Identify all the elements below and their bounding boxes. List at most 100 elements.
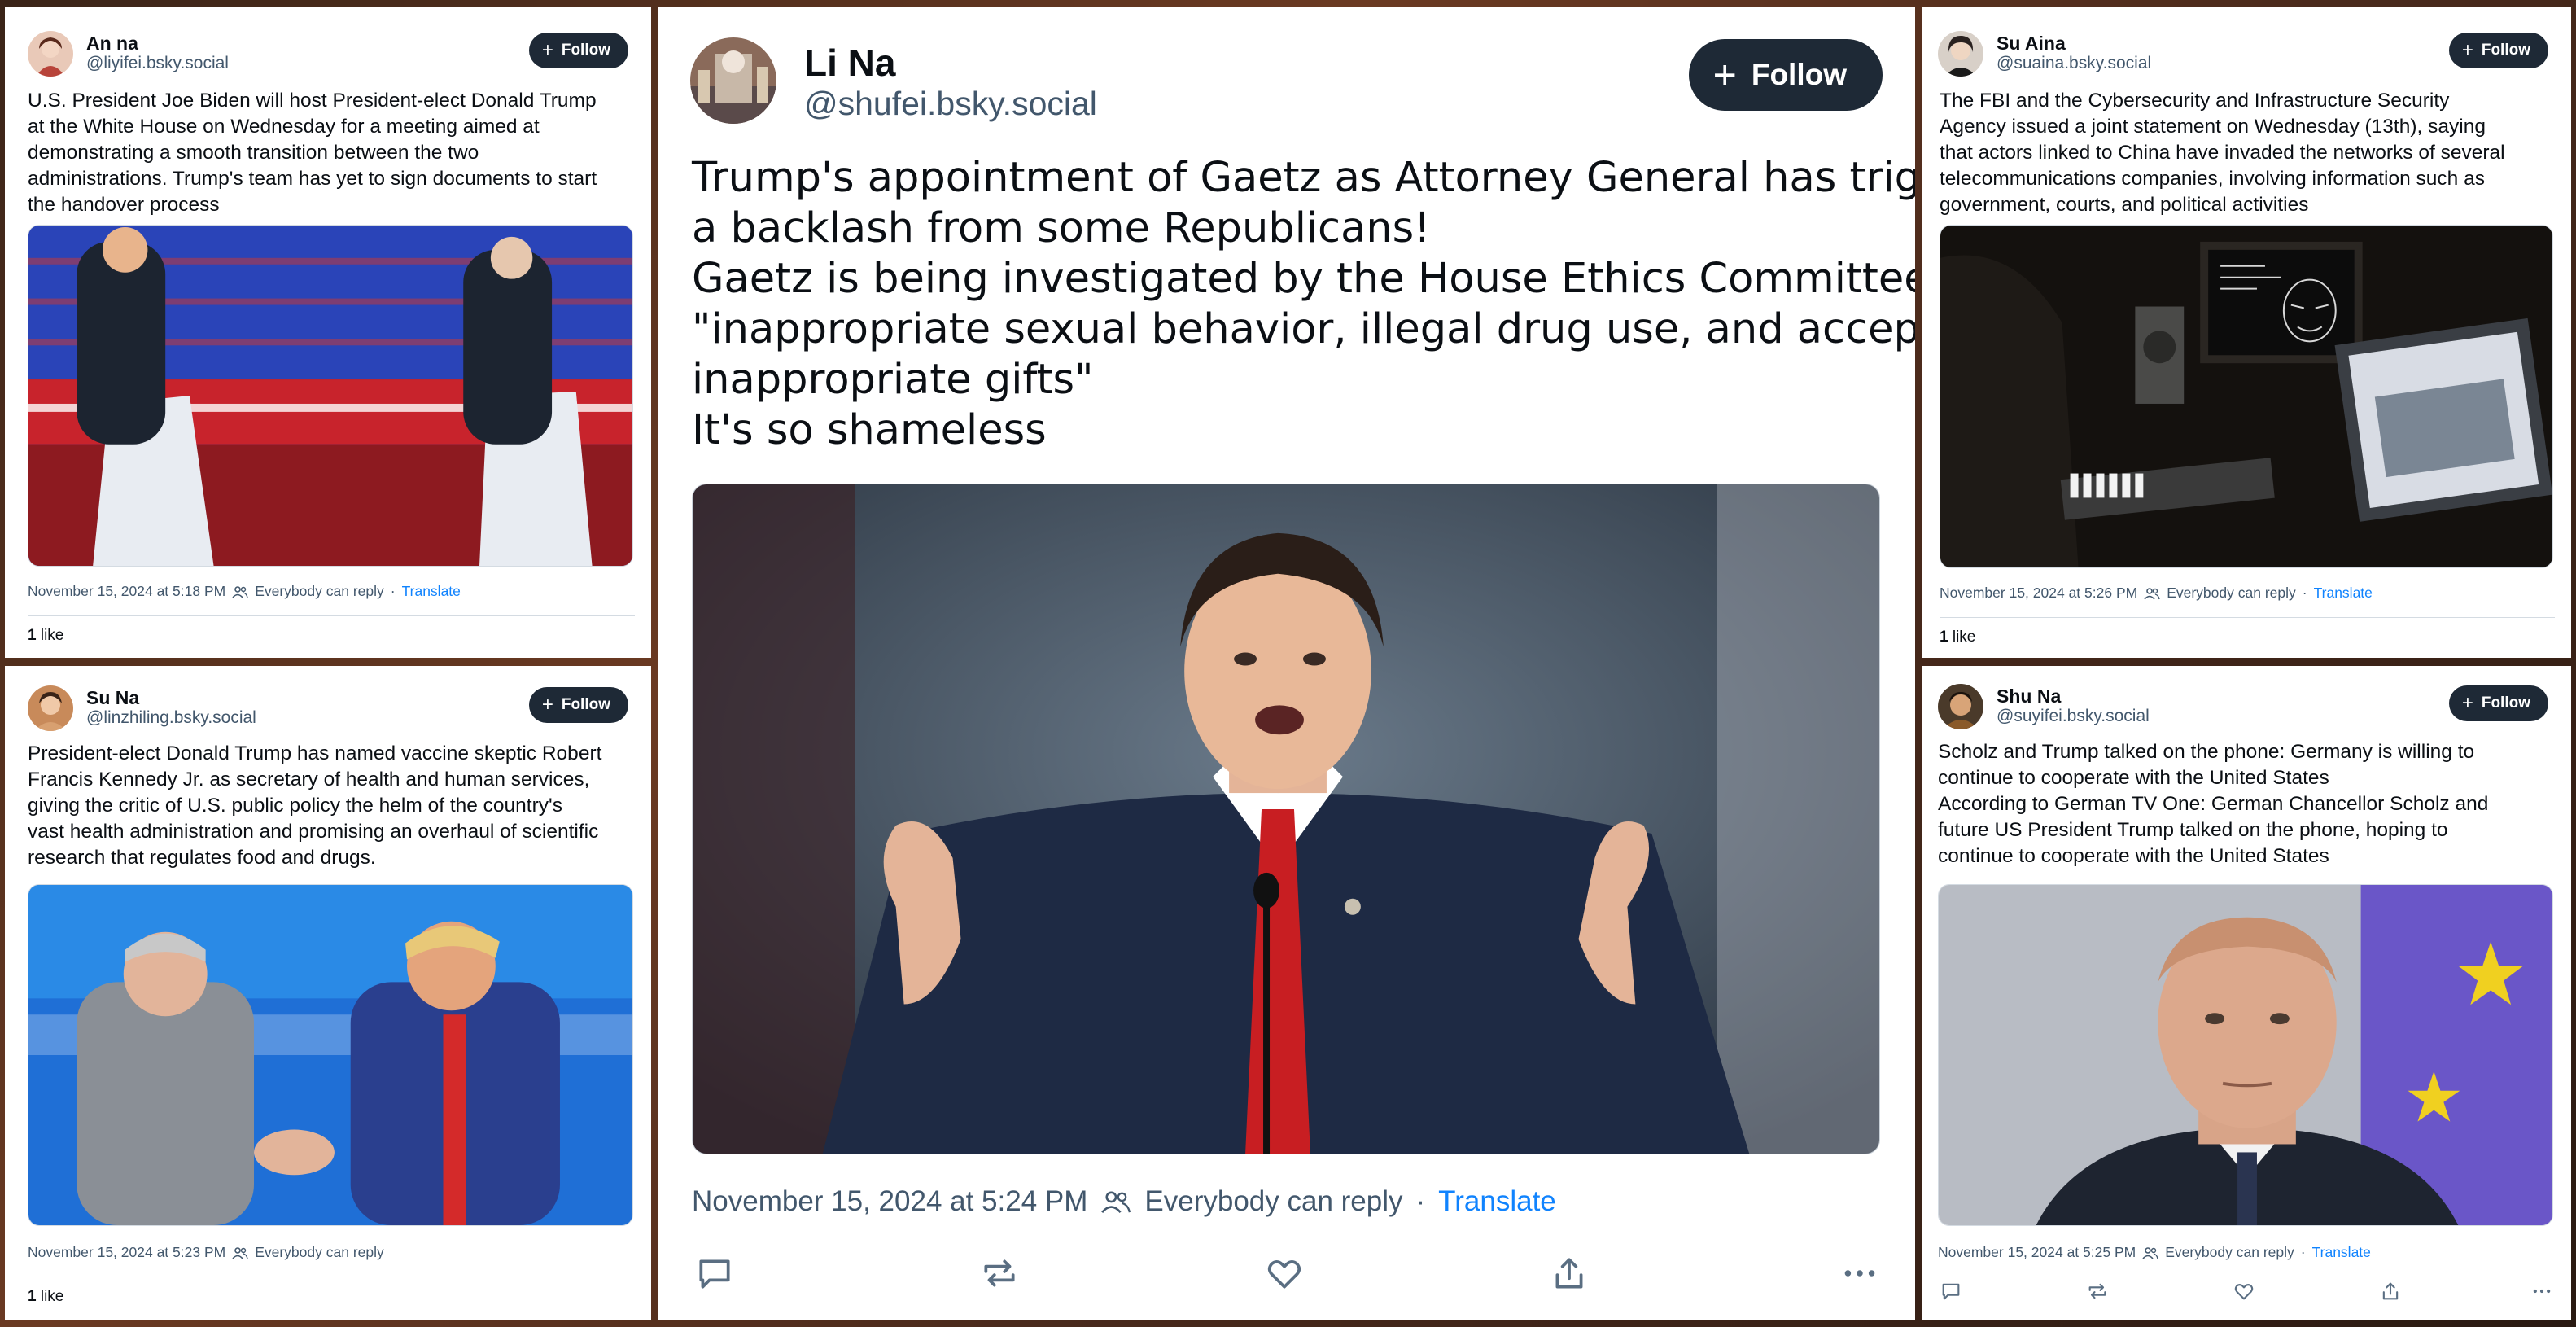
reply-button[interactable] <box>692 1250 737 1296</box>
post-text-line: research that regulates food and drugs. <box>28 847 376 869</box>
post-image-speaker[interactable] <box>692 484 1880 1154</box>
post-text: Scholz and Trump talked on the phone: Ge… <box>1938 739 2555 869</box>
post-meta: November 15, 2024 at 5:25 PM Everybody c… <box>1938 1244 2555 1261</box>
post-text-line: administrations. Trump's team has yet to… <box>28 168 597 190</box>
post-card-su-na: Su Na @linzhiling.bsky.social + Follow P… <box>5 666 651 1320</box>
likes-number: 1 <box>28 1288 37 1305</box>
post-text-line: giving the critic of U.S. public policy … <box>28 795 562 817</box>
author-name[interactable]: Su Aina <box>1997 33 2066 55</box>
avatar[interactable] <box>1938 31 1983 77</box>
people-icon <box>232 585 248 598</box>
post-meta: November 15, 2024 at 5:23 PM Everybody c… <box>28 1244 635 1261</box>
repost-button[interactable] <box>2084 1278 2110 1304</box>
post-meta: November 15, 2024 at 5:26 PM Everybody c… <box>1940 585 2555 602</box>
follow-button[interactable]: + Follow <box>1688 39 1883 111</box>
post-date[interactable]: November 15, 2024 at 5:24 PM <box>692 1185 1087 1218</box>
meta-separator: · <box>390 583 396 599</box>
plus-icon: + <box>541 694 553 716</box>
author-handle[interactable]: @suyifei.bsky.social <box>1997 707 2150 726</box>
post-card-shu-na: Shu Na @suyifei.bsky.social + Follow Sch… <box>1922 666 2571 1320</box>
reply-setting[interactable]: Everybody can reply <box>255 583 384 600</box>
translate-link[interactable]: Translate <box>1438 1185 1556 1218</box>
post-text-line: According to German TV One: German Chanc… <box>1938 793 2489 815</box>
share-button[interactable] <box>2377 1278 2403 1304</box>
post-card-an-na: An na @liyifei.bsky.social + Follow U.S.… <box>5 7 651 658</box>
post-image-hacker[interactable] <box>1940 225 2553 568</box>
repost-button[interactable] <box>977 1250 1022 1296</box>
translate-link[interactable]: Translate <box>2314 585 2373 602</box>
likes-count[interactable]: 1 like <box>28 1288 63 1306</box>
people-icon <box>232 1246 248 1259</box>
author-handle[interactable]: @shufei.bsky.social <box>804 85 1097 123</box>
post-header: Su Na @linzhiling.bsky.social + Follow <box>28 684 628 733</box>
follow-label: Follow <box>561 42 610 59</box>
follow-button[interactable]: + Follow <box>2448 33 2548 68</box>
post-text-line: continue to cooperate with the United St… <box>1938 845 2329 867</box>
post-date[interactable]: November 15, 2024 at 5:23 PM <box>28 1244 225 1261</box>
repost-icon <box>2088 1283 2106 1299</box>
post-date[interactable]: November 15, 2024 at 5:18 PM <box>28 583 225 600</box>
post-text-line: a backlash from some Republicans! <box>692 204 1431 252</box>
repost-icon <box>984 1259 1015 1287</box>
divider <box>1940 617 2555 618</box>
post-date[interactable]: November 15, 2024 at 5:25 PM <box>1938 1244 2136 1261</box>
author-name[interactable]: An na <box>86 33 138 55</box>
post-image-handshake[interactable] <box>28 884 633 1226</box>
author-name[interactable]: Su Na <box>86 687 139 709</box>
post-actions <box>1938 1278 2555 1311</box>
more-icon <box>1844 1270 1875 1277</box>
author-handle[interactable]: @suaina.bsky.social <box>1997 54 2151 73</box>
post-text-line: Trump's appointment of Gaetz as Attorney… <box>692 154 1915 202</box>
avatar[interactable] <box>28 31 73 77</box>
post-text-line: future US President Trump talked on the … <box>1938 819 2448 841</box>
post-card-li-na: Li Na @shufei.bsky.social + Follow Trump… <box>658 7 1915 1320</box>
translate-link[interactable]: Translate <box>2312 1244 2371 1261</box>
avatar[interactable] <box>690 37 776 124</box>
post-text: U.S. President Joe Biden will host Presi… <box>28 88 635 218</box>
likes-count[interactable]: 1 like <box>1940 628 1975 646</box>
share-icon <box>1555 1258 1583 1289</box>
reply-button[interactable] <box>1938 1278 1964 1304</box>
meta-separator: · <box>2300 1244 2306 1260</box>
post-image-debate-stage[interactable] <box>28 225 633 567</box>
author-name[interactable]: Shu Na <box>1997 685 2061 707</box>
post-text: Trump's appointment of Gaetz as Attorney… <box>692 153 1915 456</box>
post-meta: November 15, 2024 at 5:18 PM Everybody c… <box>28 583 635 600</box>
like-button[interactable] <box>2231 1278 2257 1304</box>
more-options-button[interactable] <box>1837 1250 1883 1296</box>
reply-setting[interactable]: Everybody can reply <box>1144 1185 1402 1218</box>
author-handle[interactable]: @linzhiling.bsky.social <box>86 708 256 728</box>
translate-link[interactable]: Translate <box>402 583 461 600</box>
share-icon <box>2382 1282 2399 1300</box>
share-button[interactable] <box>1546 1250 1592 1296</box>
post-text-line: vast health administration and promising… <box>28 821 599 843</box>
divider <box>28 615 635 616</box>
people-icon <box>1101 1191 1131 1214</box>
follow-button[interactable]: + Follow <box>2448 685 2548 721</box>
post-text-line: It's so shameless <box>692 406 1047 454</box>
likes-count[interactable]: 1 like <box>28 627 63 645</box>
likes-number: 1 <box>1940 628 1948 646</box>
avatar[interactable] <box>28 685 73 731</box>
post-image-scholz[interactable] <box>1938 884 2553 1226</box>
post-text-line: the handover process <box>28 194 220 216</box>
meta-separator: · <box>2302 585 2307 601</box>
follow-label: Follow <box>1751 58 1847 91</box>
likes-label: like <box>40 1288 64 1305</box>
follow-button[interactable]: + Follow <box>528 33 628 68</box>
follow-label: Follow <box>2481 42 2530 59</box>
follow-button[interactable]: + Follow <box>528 687 628 723</box>
post-text-line: U.S. President Joe Biden will host Presi… <box>28 90 597 112</box>
reply-setting[interactable]: Everybody can reply <box>2167 585 2296 602</box>
avatar[interactable] <box>1938 684 1983 729</box>
more-options-button[interactable] <box>2529 1278 2555 1304</box>
author-handle[interactable]: @liyifei.bsky.social <box>86 54 229 73</box>
post-text: The FBI and the Cybersecurity and Infras… <box>1940 88 2555 218</box>
author-name[interactable]: Li Na <box>804 41 895 85</box>
like-button[interactable] <box>1262 1250 1307 1296</box>
people-icon <box>2144 587 2160 600</box>
post-date[interactable]: November 15, 2024 at 5:26 PM <box>1940 585 2137 602</box>
post-text-line: Francis Kennedy Jr. as secretary of heal… <box>28 769 590 791</box>
reply-setting[interactable]: Everybody can reply <box>2165 1244 2294 1261</box>
reply-setting[interactable]: Everybody can reply <box>255 1244 384 1261</box>
